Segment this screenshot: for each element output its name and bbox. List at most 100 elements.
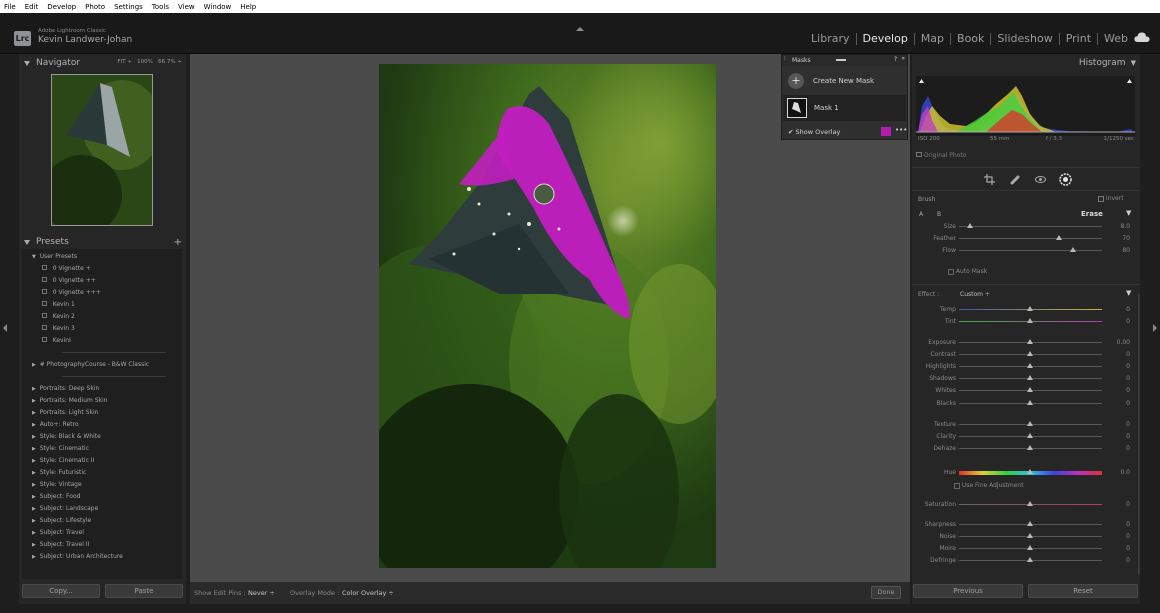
invert-checkbox[interactable]: Invert <box>1098 195 1124 202</box>
menu-edit[interactable]: Edit <box>21 3 44 11</box>
minimize-icon[interactable] <box>836 59 846 61</box>
effect-slider-contrast[interactable]: Contrast 0 <box>912 350 1140 360</box>
module-web[interactable]: Web <box>1098 33 1134 45</box>
effect-slider-sharpness[interactable]: Sharpness 0 <box>912 520 1140 530</box>
effect-slider-hue[interactable]: Hue 0.0 <box>912 468 1140 478</box>
panel-scrollbar[interactable] <box>1138 294 1140 574</box>
preset-item[interactable]: KevinI <box>42 335 71 347</box>
more-options-icon[interactable]: ••• <box>895 126 907 134</box>
effect-slider-blacks[interactable]: Blacks 0 <box>912 399 1140 409</box>
menu-photo[interactable]: Photo <box>81 3 110 11</box>
grip-icon[interactable]: ⁝ <box>784 56 786 62</box>
preset-group[interactable]: ▶ Style: Cinematic II <box>32 455 94 467</box>
brush-a-button[interactable]: A <box>919 211 923 218</box>
menu-help[interactable]: Help <box>236 3 261 11</box>
module-develop[interactable]: Develop <box>857 33 915 45</box>
effect-slider-defringe[interactable]: Defringe 0 <box>912 556 1140 566</box>
crop-icon[interactable] <box>984 174 995 185</box>
brush-options-icon[interactable]: ▼ <box>1126 209 1131 217</box>
preset-item[interactable]: Kevin 2 <box>42 311 75 323</box>
masks-panel-header[interactable]: ⁝ Masks ? » <box>782 55 907 66</box>
brush-feather-slider[interactable]: Feather 70 <box>912 234 1140 244</box>
red-eye-icon[interactable] <box>1035 174 1046 185</box>
collapse-left-panel-icon[interactable] <box>3 324 7 332</box>
zoom-custom[interactable]: 66.7% ÷ <box>158 59 182 65</box>
effect-slider-tint[interactable]: Tint 0 <box>912 317 1140 327</box>
overlay-mode-select[interactable]: Color Overlay ÷ <box>342 589 394 597</box>
preset-group[interactable]: ▶ Auto+: Retro <box>32 419 79 431</box>
preset-group-user[interactable]: ▼ User Presets <box>32 251 77 263</box>
menu-settings[interactable]: Settings <box>110 3 148 11</box>
original-photo-toggle[interactable]: Original Photo <box>916 152 966 159</box>
menu-window[interactable]: Window <box>200 3 237 11</box>
brush-size-slider[interactable]: Size 8.0 <box>912 222 1140 232</box>
preset-group[interactable]: ▶ Style: Vintage <box>32 479 82 491</box>
auto-mask-checkbox[interactable]: Auto Mask <box>948 268 987 275</box>
presets-header[interactable]: Presets + <box>19 234 186 250</box>
zoom-100[interactable]: 100% <box>137 59 153 65</box>
healing-icon[interactable] <box>1010 174 1021 185</box>
effect-slider-moire[interactable]: Moire 0 <box>912 544 1140 554</box>
photo-with-mask-overlay[interactable] <box>379 64 716 568</box>
preset-group[interactable]: ▶ Subject: Lifestyle <box>32 515 91 527</box>
preset-item[interactable]: Kevin 3 <box>42 323 75 335</box>
create-new-mask-button[interactable]: Create New Mask <box>813 77 874 85</box>
preset-group[interactable]: ▶ # PhotographyCourse - B&W Classic <box>32 359 149 371</box>
collapse-right-panel-icon[interactable] <box>1153 324 1157 332</box>
brush-flow-slider[interactable]: Flow 80 <box>912 246 1140 256</box>
effect-slider-whites[interactable]: Whites 0 <box>912 386 1140 396</box>
preset-group[interactable]: ▶ Subject: Landscape <box>32 503 98 515</box>
paste-button[interactable]: Paste <box>105 584 183 598</box>
cloud-icon[interactable] <box>1134 31 1150 43</box>
module-slideshow[interactable]: Slideshow <box>991 33 1060 45</box>
preset-group[interactable]: ▶ Portraits: Medium Skin <box>32 395 107 407</box>
show-overlay-checkbox[interactable]: ✔ Show Overlay <box>788 128 840 136</box>
preset-group[interactable]: ▶ Portraits: Light Skin <box>32 407 98 419</box>
effect-slider-exposure[interactable]: Exposure 0.00 <box>912 338 1140 348</box>
effect-slider-highlights[interactable]: Highlights 0 <box>912 362 1140 372</box>
preset-item[interactable]: Kevin 1 <box>42 299 75 311</box>
effect-slider-saturation[interactable]: Saturation 0 <box>912 500 1140 510</box>
preset-group[interactable]: ▶ Subject: Travel II <box>32 539 89 551</box>
effect-collapse-icon[interactable]: ▼ <box>1126 289 1131 297</box>
use-fine-adjustment-checkbox[interactable]: Use Fine Adjustment <box>954 482 1024 489</box>
previous-button[interactable]: Previous <box>913 584 1023 598</box>
brush-erase-button[interactable]: Erase <box>1081 210 1103 218</box>
menu-view[interactable]: View <box>174 3 200 11</box>
brush-b-button[interactable]: B <box>937 211 941 218</box>
done-button[interactable]: Done <box>871 586 901 599</box>
zoom-fit[interactable]: FIT ÷ <box>117 59 132 65</box>
effect-slider-shadows[interactable]: Shadows 0 <box>912 374 1140 384</box>
effect-slider-clarity[interactable]: Clarity 0 <box>912 432 1140 442</box>
collapse-top-panel-icon[interactable] <box>576 27 584 31</box>
effect-slider-temp[interactable]: Temp 0 <box>912 305 1140 315</box>
module-book[interactable]: Book <box>951 33 992 45</box>
preset-group[interactable]: ▶ Style: Futuristic <box>32 467 86 479</box>
preset-item[interactable]: 0 Vignette +++ <box>42 287 101 299</box>
effect-slider-noise[interactable]: Noise 0 <box>912 532 1140 542</box>
preset-group[interactable]: ▶ Subject: Travel <box>32 527 84 539</box>
preset-group[interactable]: ▶ Subject: Food <box>32 491 80 503</box>
histogram[interactable] <box>916 76 1135 136</box>
preset-group[interactable]: ▶ Portraits: Deep Skin <box>32 383 99 395</box>
add-preset-icon[interactable]: + <box>174 237 182 248</box>
module-print[interactable]: Print <box>1060 33 1099 45</box>
help-icon[interactable]: ? <box>894 56 897 63</box>
preset-group[interactable]: ▶ Style: Cinematic <box>32 443 89 455</box>
show-edit-pins-select[interactable]: Never ÷ <box>248 589 275 597</box>
preset-item[interactable]: 0 Vignette ++ <box>42 275 96 287</box>
preset-group[interactable]: ▶ Style: Black & White <box>32 431 101 443</box>
expand-icon[interactable]: » <box>901 55 905 62</box>
effect-slider-texture[interactable]: Texture 0 <box>912 420 1140 430</box>
preset-group[interactable]: ▶ Subject: Urban Architecture <box>32 551 123 563</box>
effect-slider-dehaze[interactable]: Dehaze 0 <box>912 444 1140 454</box>
overlay-color-swatch[interactable] <box>881 127 891 136</box>
menu-file[interactable]: File <box>0 3 21 11</box>
create-mask-icon[interactable]: + <box>788 73 804 89</box>
effect-preset-select[interactable]: Custom ÷ <box>960 291 990 298</box>
navigator-preview[interactable] <box>51 74 153 226</box>
copy-button[interactable]: Copy... <box>22 584 100 598</box>
menu-tools[interactable]: Tools <box>148 3 174 11</box>
menu-develop[interactable]: Develop <box>43 3 81 11</box>
reset-button[interactable]: Reset <box>1028 584 1138 598</box>
